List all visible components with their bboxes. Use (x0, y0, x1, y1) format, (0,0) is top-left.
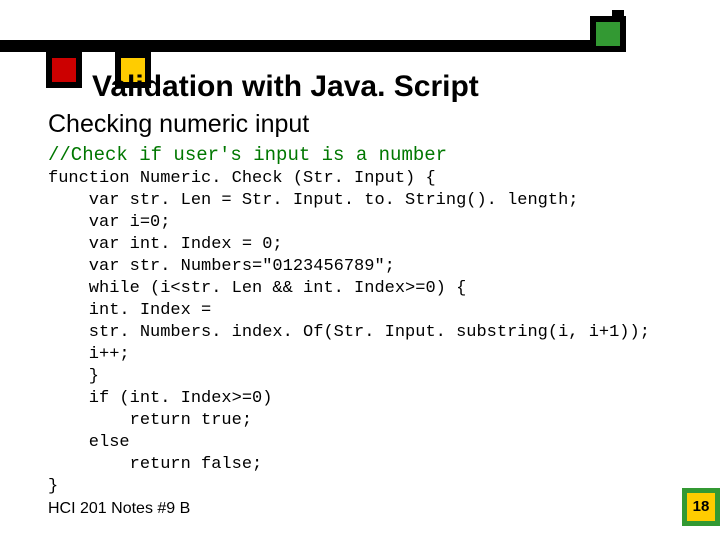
decor-square-red (46, 52, 82, 88)
code-block: function Numeric. Check (Str. Input) { v… (48, 168, 650, 498)
slide-title: Validation with Java. Script (92, 70, 479, 104)
code-comment: //Check if user's input is a number (48, 144, 447, 166)
slide-subtitle: Checking numeric input (48, 110, 309, 139)
slide: Validation with Java. Script Checking nu… (0, 0, 720, 540)
page-number-badge: 18 (682, 488, 720, 526)
decor-bar-top (0, 40, 625, 52)
footer-note: HCI 201 Notes #9 B (48, 500, 190, 518)
decor-square-green (590, 16, 626, 52)
